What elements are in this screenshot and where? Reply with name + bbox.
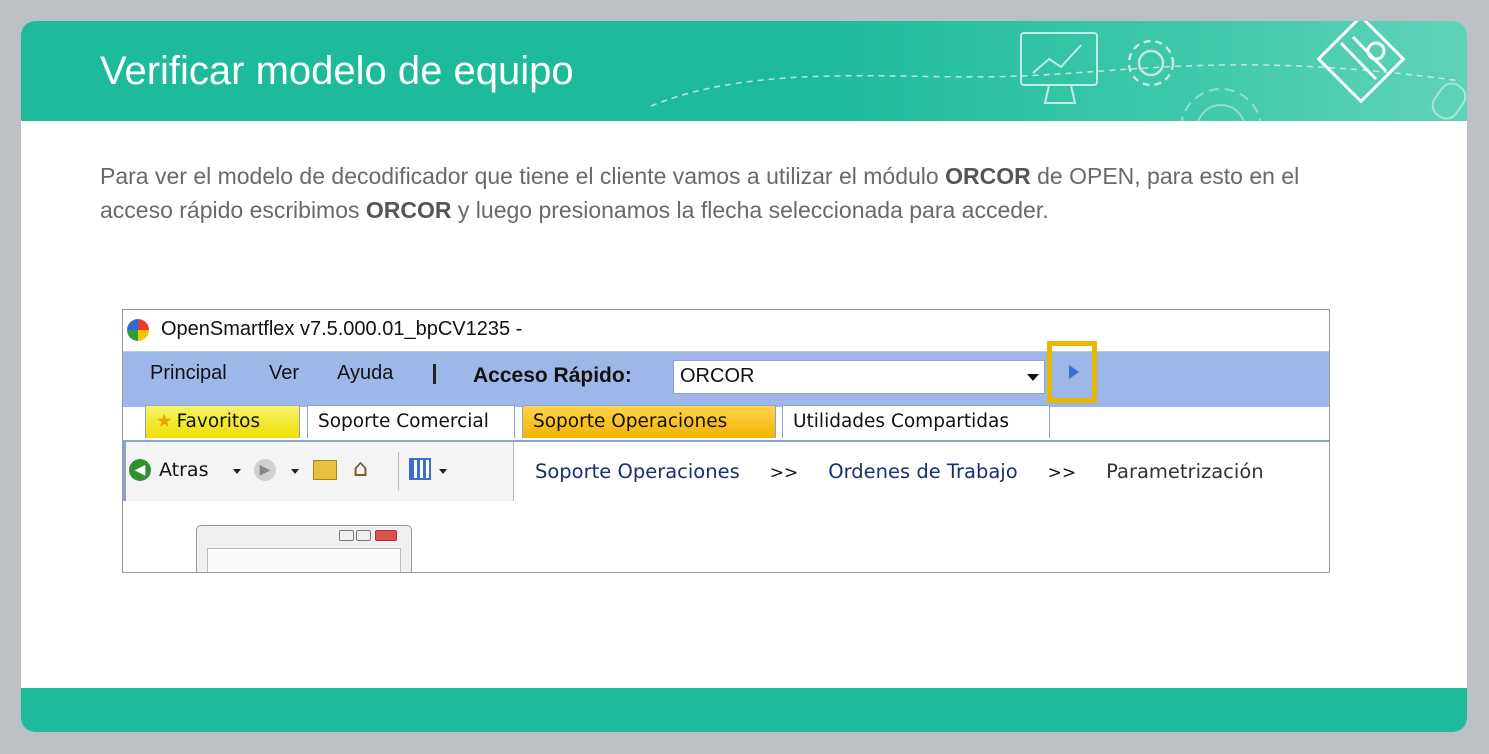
child-window-body	[207, 548, 401, 572]
mouse-icon	[1431, 82, 1467, 120]
quick-access-go-button[interactable]	[1047, 341, 1097, 403]
forward-dropdown-icon[interactable]	[291, 469, 299, 474]
child-window	[196, 525, 412, 572]
menubar: Principal Ver Ayuda Acceso Rápido: ORCOR	[123, 352, 1329, 407]
breadcrumb-soporte-operaciones[interactable]: Soporte Operaciones	[535, 460, 740, 483]
quick-access-label: Acceso Rápido:	[473, 364, 632, 387]
breadcrumb-ordenes-de-trabajo[interactable]: Ordenes de Trabajo	[828, 460, 1017, 483]
slide-footer	[21, 688, 1467, 732]
maximize-icon[interactable]	[356, 530, 371, 541]
app-logo-icon	[127, 319, 149, 341]
intro-text-3: y luego presionamos la flecha selecciona…	[451, 197, 1049, 223]
tab-label: Favoritos	[176, 411, 261, 432]
home-icon[interactable]: ⌂	[353, 454, 368, 482]
intro-text-1: Para ver el modelo de decodificador que …	[100, 163, 946, 189]
breadcrumb-separator: >>	[769, 463, 799, 483]
intro-bold-orcor-1: ORCOR	[945, 163, 1031, 189]
menu-ayuda[interactable]: Ayuda	[337, 362, 393, 385]
star-icon: ★	[156, 411, 173, 432]
tab-soporte-comercial[interactable]: Soporte Comercial	[307, 405, 515, 438]
grid-view-icon[interactable]	[409, 458, 431, 480]
back-dropdown-icon[interactable]	[233, 469, 241, 474]
app-title: OpenSmartflex v7.5.000.01_bpCV1235 -	[161, 318, 523, 340]
menu-separator	[433, 364, 436, 384]
gear-icon	[1127, 39, 1175, 87]
forward-arrow-icon[interactable]: ▶	[254, 459, 276, 481]
menu-principal[interactable]: Principal	[150, 362, 227, 385]
content-area	[123, 501, 1329, 572]
arrow-right-icon	[1069, 365, 1079, 379]
slide-title: Verificar modelo de equipo	[100, 49, 574, 93]
intro-bold-orcor-2: ORCOR	[365, 197, 452, 223]
slide-header: Verificar modelo de equipo	[21, 21, 1467, 121]
app-screenshot: OpenSmartflex v7.5.000.01_bpCV1235 - Pri…	[122, 309, 1330, 573]
breadcrumb-parametrizacion[interactable]: Parametrización	[1106, 460, 1264, 483]
app-titlebar: OpenSmartflex v7.5.000.01_bpCV1235 -	[123, 310, 1329, 352]
monitor-chart-icon	[1020, 32, 1098, 104]
large-gear-icon	[1180, 88, 1262, 121]
toolbar: ◀ Atras ▶ ⌂ Soporte Operaciones >> Ordenes…	[123, 440, 1329, 503]
slide: Verificar modelo de equipo Para ver el m…	[21, 21, 1467, 732]
quick-access-input[interactable]: ORCOR	[673, 360, 1045, 394]
chevron-down-icon[interactable]	[1027, 374, 1039, 381]
grid-dropdown-icon[interactable]	[439, 469, 447, 474]
back-arrow-icon[interactable]: ◀	[129, 459, 151, 481]
close-icon[interactable]	[375, 530, 397, 541]
minimize-icon[interactable]	[339, 530, 354, 541]
breadcrumb: Soporte Operaciones >> Ordenes de Trabajo >…	[535, 460, 1264, 483]
tab-favoritos[interactable]: ★ Favoritos	[145, 405, 300, 438]
tab-utilidades-compartidas[interactable]: Utilidades Compartidas	[782, 405, 1050, 438]
header-decoration	[650, 21, 1467, 121]
tab-soporte-operaciones[interactable]: Soporte Operaciones	[522, 405, 776, 438]
intro-paragraph: Para ver el modelo de decodificador que …	[100, 159, 1350, 227]
tools-diamond-icon	[1316, 21, 1406, 104]
nav-toolbar: ◀ Atras ▶ ⌂	[123, 442, 514, 502]
back-button-label[interactable]: Atras	[159, 459, 208, 481]
folder-up-icon[interactable]	[313, 460, 337, 480]
breadcrumb-separator: >>	[1047, 463, 1077, 483]
menu-ver[interactable]: Ver	[269, 362, 299, 385]
toolbar-divider	[398, 452, 399, 490]
